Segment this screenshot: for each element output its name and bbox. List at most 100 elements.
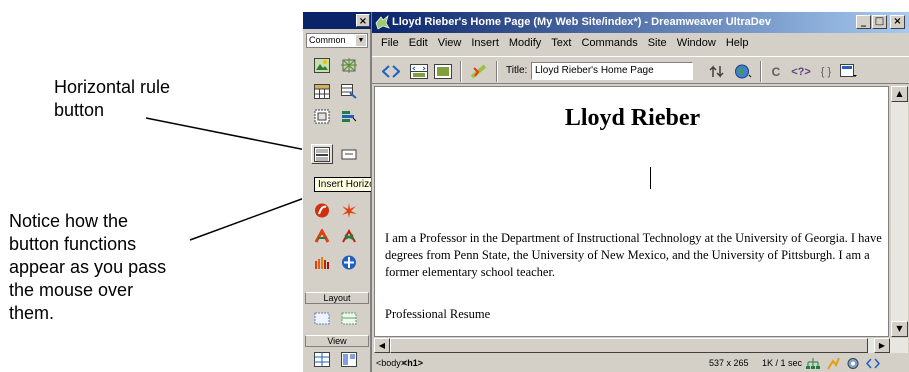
scroll-down-button[interactable]: ▼ bbox=[891, 321, 908, 337]
professional-resume-text[interactable]: Professional Resume bbox=[385, 306, 490, 323]
annotation-line: Horizontal rule bbox=[54, 77, 171, 97]
annotation-notice: Notice how the button functions appear a… bbox=[9, 210, 166, 325]
horizontal-scroll-thumb[interactable] bbox=[390, 338, 868, 353]
toolbar-separator bbox=[460, 61, 462, 82]
layout-cell-icon bbox=[314, 312, 330, 324]
layer-icon bbox=[314, 109, 330, 123]
code-view-button[interactable] bbox=[380, 62, 402, 81]
preview-browser-button[interactable] bbox=[732, 62, 754, 81]
globe-icon bbox=[735, 64, 752, 79]
menu-commands[interactable]: Commands bbox=[576, 34, 642, 52]
minimize-button[interactable]: _ bbox=[856, 15, 871, 29]
document-area[interactable]: Lloyd Rieber I am a Professor in the Dep… bbox=[374, 86, 889, 337]
insert-shockwave-button[interactable] bbox=[338, 200, 360, 220]
vertical-scrollbar[interactable]: ▲ ▼ bbox=[891, 86, 908, 337]
site-icon[interactable] bbox=[806, 357, 820, 370]
download-stats: 1K / 1 sec bbox=[762, 358, 803, 368]
code-design-view-button[interactable] bbox=[408, 62, 430, 81]
code-view-icon bbox=[382, 65, 400, 78]
braces-button[interactable]: { } bbox=[816, 62, 836, 81]
tabular-data-icon bbox=[341, 83, 357, 99]
insert-image-button[interactable] bbox=[311, 55, 333, 75]
standard-view-button[interactable] bbox=[311, 349, 333, 369]
generator-icon bbox=[314, 228, 330, 243]
layout-table-icon bbox=[341, 312, 357, 324]
layout-view-button[interactable] bbox=[338, 349, 360, 369]
refresh-design-view-button[interactable]: C bbox=[768, 62, 784, 81]
palette-section-view[interactable]: View bbox=[305, 335, 369, 347]
insert-rollover-button[interactable] bbox=[338, 55, 360, 75]
design-view-button[interactable] bbox=[432, 62, 454, 81]
menu-help[interactable]: Help bbox=[721, 34, 754, 52]
objects-palette: × Common ▼ Layout View bbox=[302, 12, 372, 372]
annotation-line: Notice how the bbox=[9, 211, 129, 231]
menu-window[interactable]: Window bbox=[672, 34, 721, 52]
scroll-up-button[interactable]: ▲ bbox=[891, 86, 908, 102]
live-data-icon bbox=[470, 64, 487, 79]
page-title-input[interactable]: Lloyd Rieber's Home Page bbox=[531, 62, 693, 80]
menu-view[interactable]: View bbox=[433, 34, 467, 52]
pointer-line-hr bbox=[145, 117, 307, 151]
menu-bar: File Edit View Insert Modify Text Comman… bbox=[372, 34, 909, 52]
design-view-icon bbox=[434, 64, 452, 79]
annotation-line: them. bbox=[9, 303, 55, 323]
menu-edit[interactable]: Edit bbox=[404, 34, 433, 52]
file-management-button[interactable] bbox=[706, 62, 728, 81]
window-title-bar: Lloyd Rieber's Home Page (My Web Site/in… bbox=[372, 12, 909, 33]
insert-activex-button[interactable] bbox=[338, 252, 360, 272]
menu-text[interactable]: Text bbox=[546, 34, 576, 52]
file-transfer-icon bbox=[709, 65, 724, 78]
table-icon bbox=[314, 83, 330, 99]
palette-section-layout[interactable]: Layout bbox=[305, 292, 369, 304]
pointer-line-notice bbox=[189, 192, 319, 241]
code-inspector-icon[interactable] bbox=[866, 357, 880, 370]
scroll-left-button[interactable]: ◀ bbox=[374, 338, 390, 353]
html-styles-icon[interactable] bbox=[846, 357, 860, 370]
assets-icon[interactable] bbox=[826, 357, 840, 370]
annotation-line: the mouse over bbox=[9, 280, 134, 300]
close-button[interactable]: × bbox=[890, 15, 905, 29]
menu-insert[interactable]: Insert bbox=[466, 34, 504, 52]
insert-generator-button[interactable] bbox=[311, 226, 333, 246]
view-options-icon bbox=[840, 64, 857, 77]
tag-selector-h1[interactable]: <h1> bbox=[402, 355, 423, 372]
annotation-line: button functions bbox=[9, 234, 137, 254]
insert-flash-button[interactable] bbox=[311, 200, 333, 220]
insert-date-button[interactable] bbox=[338, 144, 360, 164]
insert-tabular-data-button[interactable] bbox=[338, 81, 360, 101]
status-bar: <body> <h1> 537 x 265 1K / 1 sec bbox=[372, 355, 909, 372]
live-data-view-button[interactable] bbox=[468, 62, 490, 81]
fireworks-icon bbox=[342, 228, 356, 242]
menu-modify[interactable]: Modify bbox=[504, 34, 546, 52]
shockwave-icon bbox=[342, 202, 357, 218]
insert-horizontal-rule-button[interactable] bbox=[311, 144, 333, 164]
scroll-right-button[interactable]: ▶ bbox=[874, 338, 890, 353]
palette-close-button[interactable]: × bbox=[356, 14, 370, 27]
palette-category-select[interactable]: Common ▼ bbox=[306, 33, 368, 48]
insert-layer-button[interactable] bbox=[311, 106, 333, 126]
text-cursor bbox=[650, 167, 651, 189]
chevron-down-icon: ▼ bbox=[356, 35, 366, 46]
window-size-indicator[interactable]: 537 x 265 bbox=[709, 355, 749, 372]
horizontal-scrollbar[interactable]: ◀ ▶ bbox=[374, 338, 908, 353]
maximize-button[interactable]: □ bbox=[872, 15, 887, 29]
code-navigation-button[interactable]: <?> bbox=[788, 62, 814, 81]
insert-table-button[interactable] bbox=[311, 81, 333, 101]
insert-applet-button[interactable] bbox=[311, 252, 333, 272]
document-toolbar: Title: Lloyd Rieber's Home Page C <?> { … bbox=[372, 56, 909, 84]
menu-site[interactable]: Site bbox=[643, 34, 672, 52]
insert-navigation-bar-button[interactable] bbox=[338, 106, 360, 126]
insert-fireworks-button[interactable] bbox=[338, 226, 360, 246]
menu-file[interactable]: File bbox=[376, 34, 404, 52]
navigation-bar-icon bbox=[342, 110, 357, 122]
draw-layout-table-button[interactable] bbox=[338, 308, 360, 328]
palette-title-bar: × bbox=[303, 12, 372, 29]
horizontal-rule-icon bbox=[314, 146, 330, 162]
draw-layout-cell-button[interactable] bbox=[311, 308, 333, 328]
date-icon bbox=[341, 149, 357, 159]
page-heading[interactable]: Lloyd Rieber bbox=[375, 103, 888, 133]
intro-paragraph[interactable]: I am a Professor in the Department of In… bbox=[385, 230, 885, 281]
view-options-button[interactable] bbox=[838, 62, 860, 81]
annotation-line: appear as you pass bbox=[9, 257, 167, 277]
activex-icon bbox=[342, 255, 356, 269]
